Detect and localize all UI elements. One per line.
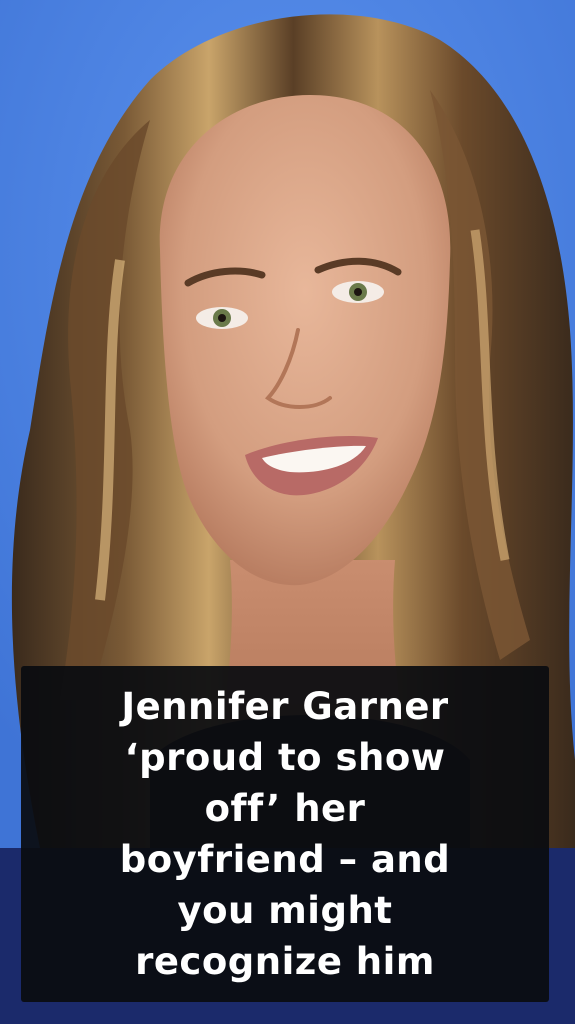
- headline-line: Jennifer Garner: [121, 685, 449, 728]
- headline-line: recognize him: [135, 940, 435, 983]
- story-card[interactable]: Jennifer Garner ‘proud to show off’ her …: [0, 0, 575, 1024]
- headline[interactable]: Jennifer Garner ‘proud to show off’ her …: [96, 681, 475, 987]
- headline-box[interactable]: Jennifer Garner ‘proud to show off’ her …: [21, 666, 549, 1002]
- right-pupil: [354, 288, 362, 296]
- headline-line: boyfriend – and: [119, 838, 451, 881]
- headline-line: you might: [177, 889, 393, 932]
- left-pupil: [218, 314, 226, 322]
- headline-line: off’ her: [204, 787, 366, 830]
- headline-line: ‘proud to show: [124, 736, 446, 779]
